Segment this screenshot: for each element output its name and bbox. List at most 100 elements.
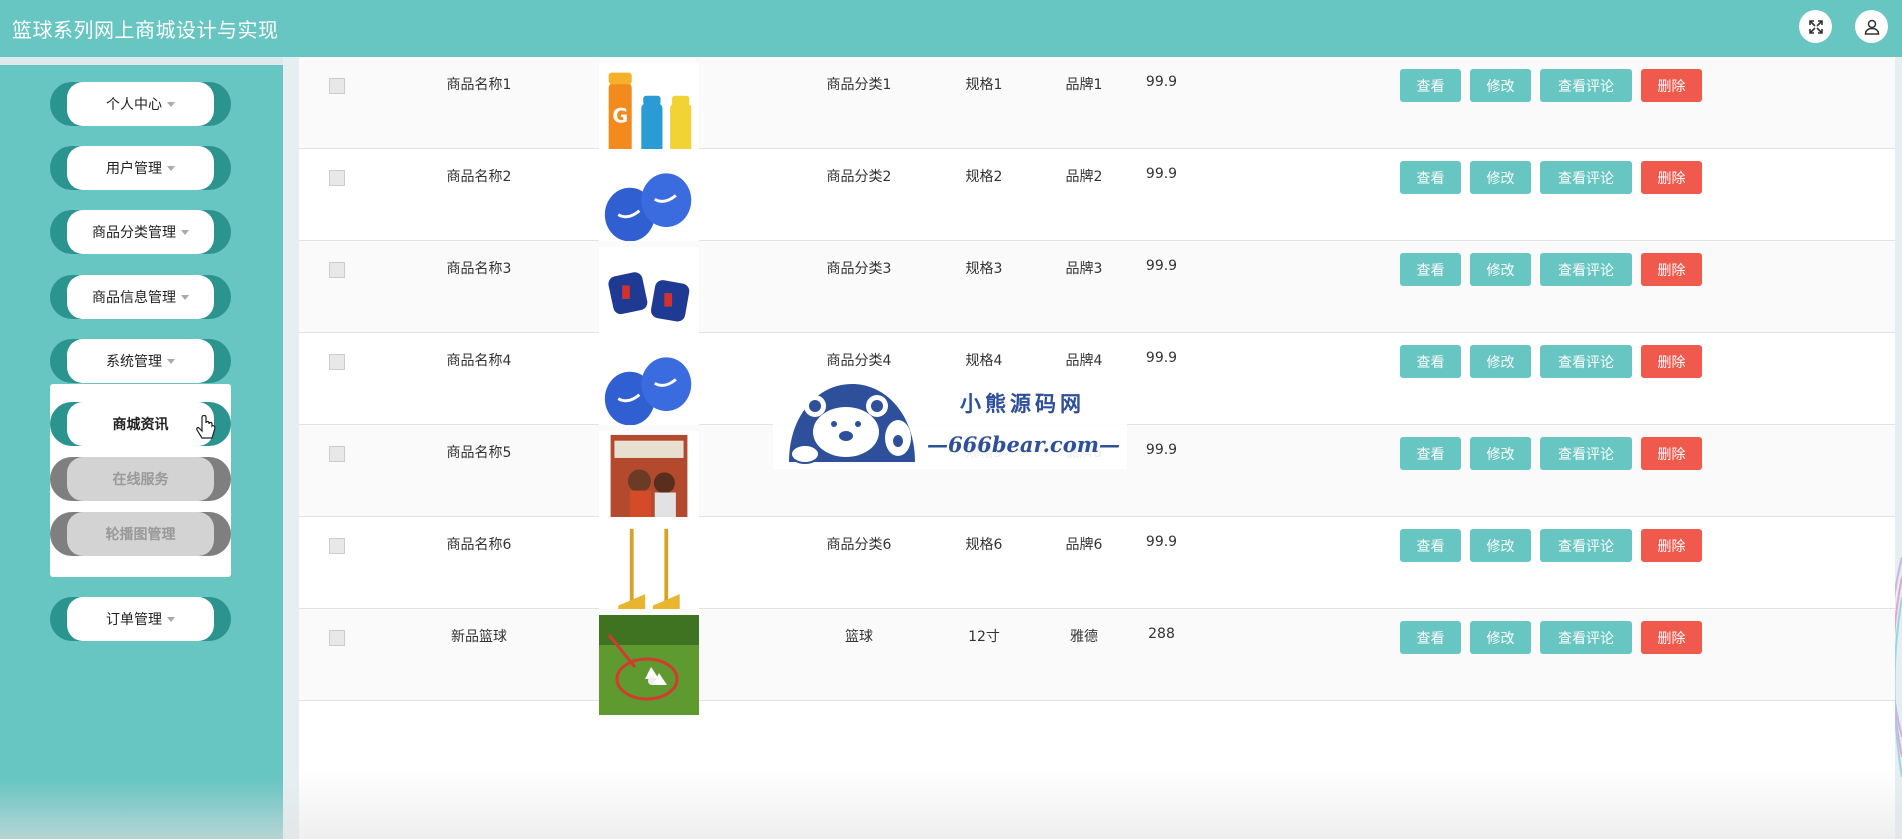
edit-button[interactable]: 修改	[1470, 437, 1531, 470]
caret-down-icon	[167, 165, 175, 171]
sidebar-item-label: 用户管理	[106, 161, 162, 177]
delete-button[interactable]: 删除	[1641, 621, 1702, 654]
product-price: 99.9	[1145, 534, 1178, 550]
delete-button[interactable]: 删除	[1641, 253, 1702, 286]
mouse-cursor-icon	[196, 415, 216, 439]
product-spec: 规格3	[965, 261, 1003, 277]
product-price: 99.9	[1145, 74, 1178, 90]
product-spec: 12寸	[968, 629, 1000, 645]
product-price: 99.9	[1145, 166, 1178, 182]
submenu-item-online-service[interactable]: 在线服务	[50, 457, 231, 501]
edit-button[interactable]: 修改	[1470, 253, 1531, 286]
sidebar-item-user-management[interactable]: 用户管理	[50, 146, 231, 190]
edit-button[interactable]: 修改	[1470, 621, 1531, 654]
submenu-item-label: 轮播图管理	[105, 527, 176, 543]
edit-button[interactable]: 修改	[1470, 529, 1531, 562]
table-row: 商品名称6 商品分类6 规格6 品牌6 99.9 查看 修改 查看评论 删除	[299, 517, 1895, 623]
caret-down-icon	[181, 229, 189, 235]
app-title: 篮球系列网上商城设计与实现	[12, 18, 279, 42]
product-image	[599, 339, 699, 439]
svg-text:G: G	[612, 105, 628, 128]
view-button[interactable]: 查看	[1400, 253, 1461, 286]
product-image	[599, 615, 699, 715]
caret-down-icon	[181, 294, 189, 300]
product-image	[599, 523, 699, 623]
caret-down-icon	[167, 358, 175, 364]
sidebar-item-label: 系统管理	[106, 354, 162, 370]
product-image	[599, 155, 699, 255]
row-checkbox[interactable]	[329, 78, 345, 94]
bear-logo-icon	[789, 384, 915, 464]
edit-button[interactable]: 修改	[1470, 345, 1531, 378]
sidebar: 个人中心 用户管理 商品分类管理 商品信息管理 系统管理 商城资讯 在线服务 轮…	[0, 65, 283, 839]
product-brand: 品牌6	[1065, 537, 1103, 553]
product-name: 商品名称6	[446, 537, 512, 553]
product-brand: 品牌2	[1065, 169, 1103, 185]
system-submenu: 商城资讯 在线服务 轮播图管理	[50, 384, 231, 577]
watermark-title: 小熊源码网	[960, 391, 1085, 416]
product-price: 99.9	[1145, 442, 1178, 458]
view-button[interactable]: 查看	[1400, 437, 1461, 470]
view-reviews-button[interactable]: 查看评论	[1540, 161, 1632, 194]
row-checkbox[interactable]	[329, 538, 345, 554]
product-image: G	[599, 63, 699, 163]
user-menu-button[interactable]	[1855, 10, 1888, 43]
product-spec: 规格2	[965, 169, 1003, 185]
caret-down-icon	[167, 616, 175, 622]
fullscreen-button[interactable]	[1799, 10, 1832, 43]
sidebar-item-category-management[interactable]: 商品分类管理	[50, 210, 231, 254]
view-reviews-button[interactable]: 查看评论	[1540, 529, 1632, 562]
sidebar-item-product-management[interactable]: 商品信息管理	[50, 275, 231, 319]
view-button[interactable]: 查看	[1400, 529, 1461, 562]
delete-button[interactable]: 删除	[1641, 161, 1702, 194]
submenu-item-label: 商城资讯	[112, 417, 169, 433]
view-button[interactable]: 查看	[1400, 161, 1461, 194]
view-button[interactable]: 查看	[1400, 621, 1461, 654]
row-checkbox[interactable]	[329, 262, 345, 278]
delete-button[interactable]: 删除	[1641, 437, 1702, 470]
product-category: 商品分类4	[826, 353, 892, 369]
sidebar-item-system-management[interactable]: 系统管理	[50, 339, 231, 383]
edit-button[interactable]: 修改	[1470, 161, 1531, 194]
product-brand: 品牌4	[1065, 353, 1103, 369]
view-reviews-button[interactable]: 查看评论	[1540, 437, 1632, 470]
view-reviews-button[interactable]: 查看评论	[1540, 69, 1632, 102]
sidebar-item-order-management[interactable]: 订单管理	[50, 597, 231, 641]
view-button[interactable]: 查看	[1400, 345, 1461, 378]
product-name: 商品名称1	[446, 77, 512, 93]
product-category: 商品分类2	[826, 169, 892, 185]
sidebar-item-personal-center[interactable]: 个人中心	[50, 82, 231, 126]
product-name: 商品名称3	[446, 261, 512, 277]
row-checkbox[interactable]	[329, 446, 345, 462]
sidebar-item-label: 订单管理	[106, 612, 162, 628]
watermark: 小熊源码网 —666bear.com—	[773, 374, 1127, 469]
watermark-url: —666bear.com—	[927, 432, 1120, 457]
delete-button[interactable]: 删除	[1641, 529, 1702, 562]
caret-down-icon	[167, 101, 175, 107]
product-name: 商品名称5	[446, 445, 512, 461]
delete-button[interactable]: 删除	[1641, 69, 1702, 102]
row-checkbox[interactable]	[329, 630, 345, 646]
row-checkbox[interactable]	[329, 354, 345, 370]
row-checkbox[interactable]	[329, 170, 345, 186]
product-spec: 规格1	[965, 77, 1003, 93]
product-brand: 雅德	[1070, 629, 1098, 645]
user-icon	[1864, 19, 1879, 35]
table-row: 商品名称2 商品分类2 规格2 品牌2 99.9 查看 修改 查看评论 删除	[299, 149, 1895, 255]
product-category: 商品分类3	[826, 261, 892, 277]
view-button[interactable]: 查看	[1400, 69, 1461, 102]
product-spec: 规格6	[965, 537, 1003, 553]
product-brand: 品牌3	[1065, 261, 1103, 277]
edit-button[interactable]: 修改	[1470, 69, 1531, 102]
view-reviews-button[interactable]: 查看评论	[1540, 345, 1632, 378]
top-header: 篮球系列网上商城设计与实现	[0, 0, 1902, 57]
submenu-item-label: 在线服务	[112, 472, 169, 488]
sidebar-fade	[0, 779, 283, 839]
product-image	[599, 247, 699, 347]
product-spec: 规格4	[965, 353, 1003, 369]
sidebar-item-label: 商品分类管理	[92, 225, 176, 241]
view-reviews-button[interactable]: 查看评论	[1540, 253, 1632, 286]
view-reviews-button[interactable]: 查看评论	[1540, 621, 1632, 654]
submenu-item-carousel[interactable]: 轮播图管理	[50, 512, 231, 556]
delete-button[interactable]: 删除	[1641, 345, 1702, 378]
